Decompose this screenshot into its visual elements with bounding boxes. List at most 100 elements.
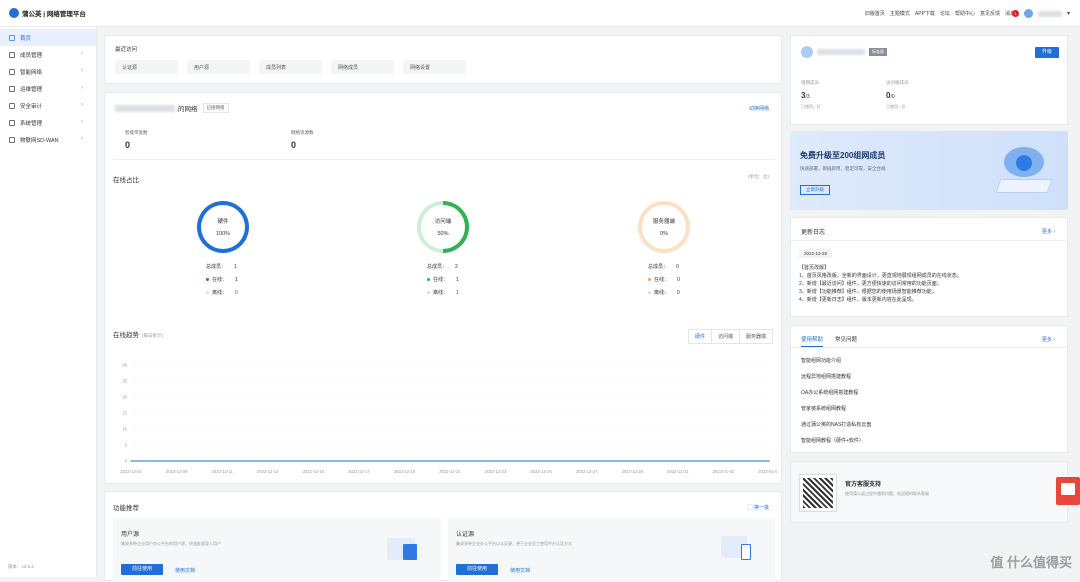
- x-tick-label: 2022-12-21: [439, 469, 461, 474]
- ring-stats-server: 总成员： 0 在线： 0 离线： 0: [648, 261, 680, 300]
- auth-source-illustration-icon: [721, 534, 757, 564]
- recent-item[interactable]: 认证源: [115, 60, 178, 74]
- changelog-panel: 更新日志 更多 › 2022-12-28 【首页改版】 1、首页风格改版，全新的…: [790, 217, 1068, 317]
- offline-value: 0: [677, 290, 680, 296]
- recent-item[interactable]: 网络成员: [331, 60, 394, 74]
- x-tick-label: 2023-01-02: [713, 469, 735, 474]
- chevron-right-icon: ›: [81, 68, 83, 74]
- watermark-text: 值 什么值得买: [990, 555, 1072, 570]
- account-name-blurred: [817, 49, 865, 55]
- chevron-right-icon: ›: [1053, 337, 1055, 343]
- floating-gift-icon[interactable]: [1056, 477, 1080, 505]
- sidebar-item-system[interactable]: 系统管理 ›: [0, 114, 96, 131]
- promo-upgrade-button[interactable]: 立即升级: [800, 185, 830, 195]
- switch-network-link[interactable]: 切换网络: [749, 105, 769, 112]
- top-nav-theme[interactable]: 主题模式: [890, 10, 910, 17]
- account-avatar: [801, 46, 813, 58]
- offline-dot: [648, 291, 651, 295]
- top-nav-help-center[interactable]: 帮助中心: [955, 10, 975, 17]
- stat-value: 0: [125, 140, 131, 150]
- plan-tag: 标准版: [869, 48, 887, 56]
- recent-item[interactable]: 网络设置: [403, 60, 466, 74]
- changelog-heading: 【首页改版】: [799, 265, 830, 271]
- offline-dot: [427, 291, 430, 295]
- account-stat: 组网成员 3/3 已使用 / 总: [801, 80, 820, 110]
- refresh-link[interactable]: ▢ 换一批: [748, 504, 769, 511]
- cloud-illustration-icon: [994, 141, 1054, 201]
- offline-value: 1: [456, 290, 459, 296]
- ring-hole: [421, 205, 465, 249]
- tab-client[interactable]: 访问端: [710, 330, 739, 343]
- sidebar-item-security[interactable]: 安全审计 ›: [0, 97, 96, 114]
- chevron-right-icon: ›: [81, 102, 83, 108]
- offline-value: 0: [235, 290, 238, 296]
- feature-go-button[interactable]: 前往使用: [456, 564, 498, 575]
- changelog-more-link[interactable]: 更多 ›: [1042, 228, 1055, 235]
- tab-hardware[interactable]: 硬件: [689, 330, 711, 343]
- promo-banner[interactable]: 免费升级至200组网成员 快速部署，即插即用，稳定可靠，安全合规 立即升级: [790, 131, 1068, 210]
- sidebar-item-iot[interactable]: 物联网SD-WAN ›: [0, 131, 96, 148]
- help-more-link[interactable]: 更多 ›: [1042, 336, 1055, 343]
- top-nav-feedback[interactable]: 意见反馈: [980, 10, 1000, 17]
- iot-icon: [9, 136, 15, 143]
- online-ratio-unit: (单位：台): [748, 174, 769, 179]
- feature-go-button[interactable]: 前往使用: [121, 564, 163, 575]
- recent-item[interactable]: 用户源: [187, 60, 250, 74]
- sidebar-item-members[interactable]: 成员管理 ›: [0, 46, 96, 63]
- upgrade-button[interactable]: 升级: [1035, 47, 1059, 58]
- help-item[interactable]: 管家婆系统组网教程: [801, 405, 871, 421]
- feature-docs-link[interactable]: 使用文档: [175, 567, 195, 574]
- ring-hole: [201, 205, 245, 249]
- stat-sub: 已使用 / 总: [886, 104, 906, 109]
- help-item[interactable]: 通过蒲公英的NAS打造私有云盘: [801, 421, 871, 437]
- help-item[interactable]: OA办公系统组网搭建教程: [801, 389, 871, 405]
- top-nav: 旧版首页 主题模式 APP下载 论坛 帮助中心 意见反馈 消息1 ▾: [865, 9, 1070, 18]
- changelog-line: 4、新增【更新日志】组件，版本更新内容在此呈现。: [799, 297, 917, 303]
- changelog-line: 2、新增【最近访问】组件，更方便快速的访问常用的功能页面；: [799, 281, 942, 287]
- help-item[interactable]: 智能组网教程（硬件+软件）: [801, 437, 871, 453]
- offline-label: 离线：: [654, 290, 670, 296]
- sidebar-item-home[interactable]: 首页: [0, 29, 96, 46]
- tab-server[interactable]: 服务器端: [738, 330, 772, 343]
- sidebar-item-ops[interactable]: 运维管理 ›: [0, 80, 96, 97]
- recent-item[interactable]: 成员列表: [259, 60, 322, 74]
- top-nav-app-download[interactable]: APP下载: [915, 10, 935, 17]
- data-point: [267, 460, 269, 462]
- divider: [791, 240, 1067, 241]
- stat-label: 访问端成员: [886, 80, 909, 85]
- data-point: [130, 460, 132, 462]
- account-panel: 标准版 升级 组网成员 3/3 已使用 / 总 访问端成员 0/0 已使用 / …: [790, 35, 1068, 125]
- data-point: [221, 460, 223, 462]
- app-logo[interactable]: 蒲公英 | 网络管理平台: [9, 8, 86, 18]
- x-tick-label: 2022-12-11: [212, 469, 234, 474]
- tab-usage-help[interactable]: 使用帮助: [801, 335, 824, 347]
- help-list: 智能组网功能介绍 远程异地组网搭建教程 OA办公系统组网搭建教程 管家婆系统组网…: [801, 357, 871, 453]
- recent-visits-panel: 最近访问 认证源 用户源 成员列表 网络成员 网络设置: [104, 35, 782, 84]
- promo-title: 免费升级至200组网成员: [800, 151, 886, 160]
- top-nav-forum[interactable]: 论坛: [940, 10, 950, 17]
- online-dot: [427, 278, 430, 282]
- y-tick-label: 0: [125, 459, 128, 464]
- help-panel: 使用帮助 常见问题 更多 › 智能组网功能介绍 远程异地组网搭建教程 OA办公系…: [790, 325, 1068, 453]
- user-avatar[interactable]: [1023, 9, 1033, 18]
- sidebar-item-smart-network[interactable]: 智能网络 ›: [0, 63, 96, 80]
- chevron-down-icon[interactable]: ▾: [1067, 10, 1070, 17]
- online-dot: [648, 278, 651, 282]
- top-nav-messages[interactable]: 消息1: [1005, 10, 1019, 17]
- sidebar-item-label: 物联网SD-WAN: [20, 137, 59, 144]
- top-nav-old-home[interactable]: 旧版首页: [865, 10, 885, 17]
- qr-code-icon: [799, 474, 837, 512]
- y-tick-label: 30: [122, 363, 127, 368]
- online-value: 1: [235, 277, 238, 283]
- offline-label: 离线：: [433, 290, 449, 296]
- tab-faq[interactable]: 常见问题: [835, 335, 857, 347]
- online-label: 在线：: [433, 277, 449, 283]
- message-count-badge: 1: [1011, 10, 1019, 17]
- feature-docs-link[interactable]: 使用文档: [510, 567, 530, 574]
- ring-chart-server: 服务器端 0%: [638, 201, 690, 253]
- help-item[interactable]: 智能组网功能介绍: [801, 357, 871, 373]
- divider: [113, 159, 775, 160]
- chevron-right-icon: ›: [81, 85, 83, 91]
- network-tag: 已接网络: [202, 103, 229, 113]
- help-item[interactable]: 远程异地组网搭建教程: [801, 373, 871, 389]
